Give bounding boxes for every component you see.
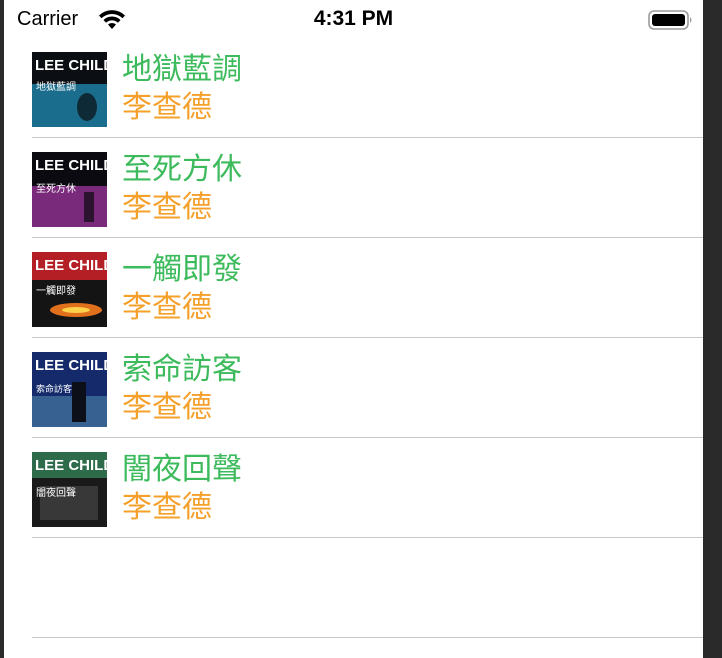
book-title: 一觸即發 xyxy=(122,252,242,287)
book-author: 李查德 xyxy=(122,90,212,125)
cover-brand: LEE CHILD xyxy=(35,257,107,274)
book-row[interactable]: LEE CHILD 索命訪客 索命訪客 李查德 xyxy=(4,338,703,438)
book-row[interactable]: LEE CHILD 一觸即發 一觸即發 李查德 xyxy=(4,238,703,338)
cover-title: 索命訪客 xyxy=(36,383,72,395)
book-title: 至死方休 xyxy=(122,152,242,187)
cover-title: 至死方休 xyxy=(36,182,76,195)
status-bar: Carrier 4:31 PM xyxy=(4,0,703,40)
book-cover-image: LEE CHILD 一觸即發 xyxy=(32,252,107,327)
battery-icon xyxy=(648,9,694,31)
book-row[interactable]: LEE CHILD 闇夜回聲 闇夜回聲 李查德 xyxy=(4,438,703,538)
empty-row xyxy=(4,538,703,638)
book-author: 李查德 xyxy=(122,190,212,225)
cover-title: 地獄藍調 xyxy=(36,80,76,93)
book-title: 闇夜回聲 xyxy=(122,452,242,487)
book-author: 李查德 xyxy=(122,390,212,425)
phone-screen: Carrier 4:31 PM LEE CHILD 地獄藍調 地獄藍調 李查德 … xyxy=(4,0,703,658)
book-list: LEE CHILD 地獄藍調 地獄藍調 李查德 LEE CHILD 至死方休 至… xyxy=(4,38,703,638)
cover-title: 闇夜回聲 xyxy=(36,486,76,499)
cover-title: 一觸即發 xyxy=(36,284,76,297)
book-author: 李查德 xyxy=(122,290,212,325)
book-row[interactable]: LEE CHILD 至死方休 至死方休 李查德 xyxy=(4,138,703,238)
status-time: 4:31 PM xyxy=(313,7,394,30)
book-title: 地獄藍調 xyxy=(122,52,242,87)
book-cover-image: LEE CHILD 地獄藍調 xyxy=(32,52,107,127)
book-title: 索命訪客 xyxy=(122,352,242,387)
book-cover-image: LEE CHILD 至死方休 xyxy=(32,152,107,227)
cover-brand: LEE CHILD xyxy=(35,57,107,74)
cover-brand: LEE CHILD xyxy=(35,357,107,374)
book-cover-image: LEE CHILD 索命訪客 xyxy=(32,352,107,427)
book-author: 李查德 xyxy=(122,490,212,525)
cover-brand: LEE CHILD xyxy=(35,457,107,474)
cover-brand: LEE CHILD xyxy=(35,157,107,174)
book-row[interactable]: LEE CHILD 地獄藍調 地獄藍調 李查德 xyxy=(4,38,703,138)
book-cover-image: LEE CHILD 闇夜回聲 xyxy=(32,452,107,527)
